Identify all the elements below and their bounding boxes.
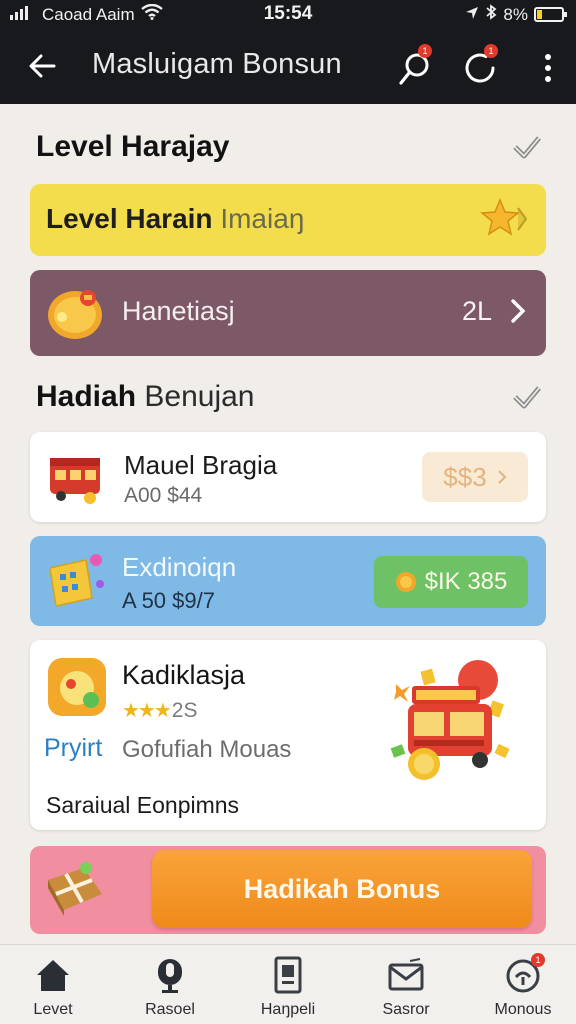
nav-label: Sasror [382,1001,430,1018]
profile-icon: 1 [503,953,545,995]
app-icon [48,658,106,716]
page-title: Masluigam Bonsun [92,48,342,80]
bus-illustration-icon [390,660,510,780]
coin-icon [395,572,416,592]
search-button[interactable]: 1 [394,44,438,90]
battery-icon [534,7,567,22]
chevron-right-icon [497,470,507,484]
section-title-rewards: Hadiah Benujan [36,380,254,414]
chevron-right-icon [511,299,526,323]
nav-item-messages[interactable]: Sasror [356,955,456,1019]
bluetooth-icon [485,4,497,25]
featured-footer: Saraiual Eonpimns [46,792,240,818]
coin-badge-icon [48,290,102,339]
reward-card[interactable]: Mauel Bragia A00 $44 $$3 [30,432,546,522]
star-icon [480,198,528,236]
dot-icon [545,76,551,82]
dot-icon [545,54,551,60]
verified-check-icon[interactable] [510,130,544,164]
featured-description: Gofufiah Mouas [122,736,292,763]
status-right: 8% [465,4,567,25]
featured-rating: ★★★ 2S [122,698,197,723]
reward-name: Exdinoiqn [122,552,237,582]
reward-price-button[interactable]: $IK 385 [374,556,528,608]
gift-box-icon [48,862,102,916]
reward-name: Mauel Bragia [124,450,278,480]
level-label: Level Harain Imaiaŋ [46,203,304,235]
ticket-icon [49,554,104,607]
location-icon [465,5,479,25]
bottom-nav: Levet Rasoel Haŋpeli Sasror 1 Monous [0,944,576,1024]
nav-item-history[interactable]: Haŋpeli [238,955,338,1019]
nav-label: Haŋpeli [260,1001,316,1018]
mail-icon [386,955,426,995]
arrow-left-icon [29,54,56,78]
featured-card[interactable]: Kadiklasja ★★★ 2S Pryirt Gofufiah Mouas … [30,640,546,830]
battery-percent: 8% [503,4,528,24]
nav-item-level[interactable]: Levet [3,955,103,1019]
level-sublabel: Imaiaŋ [220,203,305,234]
top-bar: Caoad Aaim 15:54 8% Masluigam Bonsun 1 1 [0,0,576,104]
dot-icon [545,65,551,71]
refresh-badge: 1 [484,44,498,58]
claim-bonus-button[interactable]: Hadikah Bonus [152,850,532,928]
status-bar: Caoad Aaim 15:54 8% [0,0,576,28]
reward-price: A 50 $9/7 [122,588,215,613]
nav-label: Levet [33,1001,73,1018]
nav-item-reward[interactable]: Rasoel [120,955,220,1019]
back-button[interactable] [22,46,62,86]
rating-stars-icon: ★★★ [122,700,172,722]
section-title-bold: Hadiah [36,380,137,413]
history-bar[interactable]: Hanetiasj 2L [30,270,546,356]
reward-card[interactable]: Exdinoiqn A 50 $9/7 $IK 385 [30,536,546,626]
document-icon [268,955,308,995]
rating-text: 2S [171,698,198,722]
reward-pill-text: $$3 [443,461,487,492]
featured-name: Kadiklasja [122,660,246,690]
section-title-light: Benujan [144,380,255,413]
more-options-button[interactable] [538,50,558,86]
featured-brand[interactable]: Pryirt [44,734,102,763]
search-badge: 1 [418,44,432,58]
level-bar[interactable]: Level Harain Imaiaŋ [30,184,546,256]
nav-label: Monous [494,1001,552,1018]
reward-price: A00 $44 [124,484,203,507]
section-title-level: Level Harajay [36,130,230,163]
nav-label: Rasoel [145,1001,195,1018]
app-header: Masluigam Bonsun 1 1 [0,36,576,98]
reward-price-button[interactable]: $$3 [422,452,528,502]
level-label-text: Level Harain [46,203,213,234]
history-label: Hanetiasj [122,296,235,326]
home-icon [33,955,73,995]
nav-item-bonus[interactable]: 1 Monous [473,953,573,1019]
history-count: 2L [461,296,492,326]
refresh-button[interactable]: 1 [458,44,502,90]
bus-icon [50,458,100,504]
verified-check-icon[interactable] [510,380,544,414]
reward-pill-text: $IK 385 [424,568,508,595]
bonus-bar: Hadikah Bonus [30,846,546,934]
nav-badge: 1 [531,953,545,967]
microphone-icon [150,955,190,995]
